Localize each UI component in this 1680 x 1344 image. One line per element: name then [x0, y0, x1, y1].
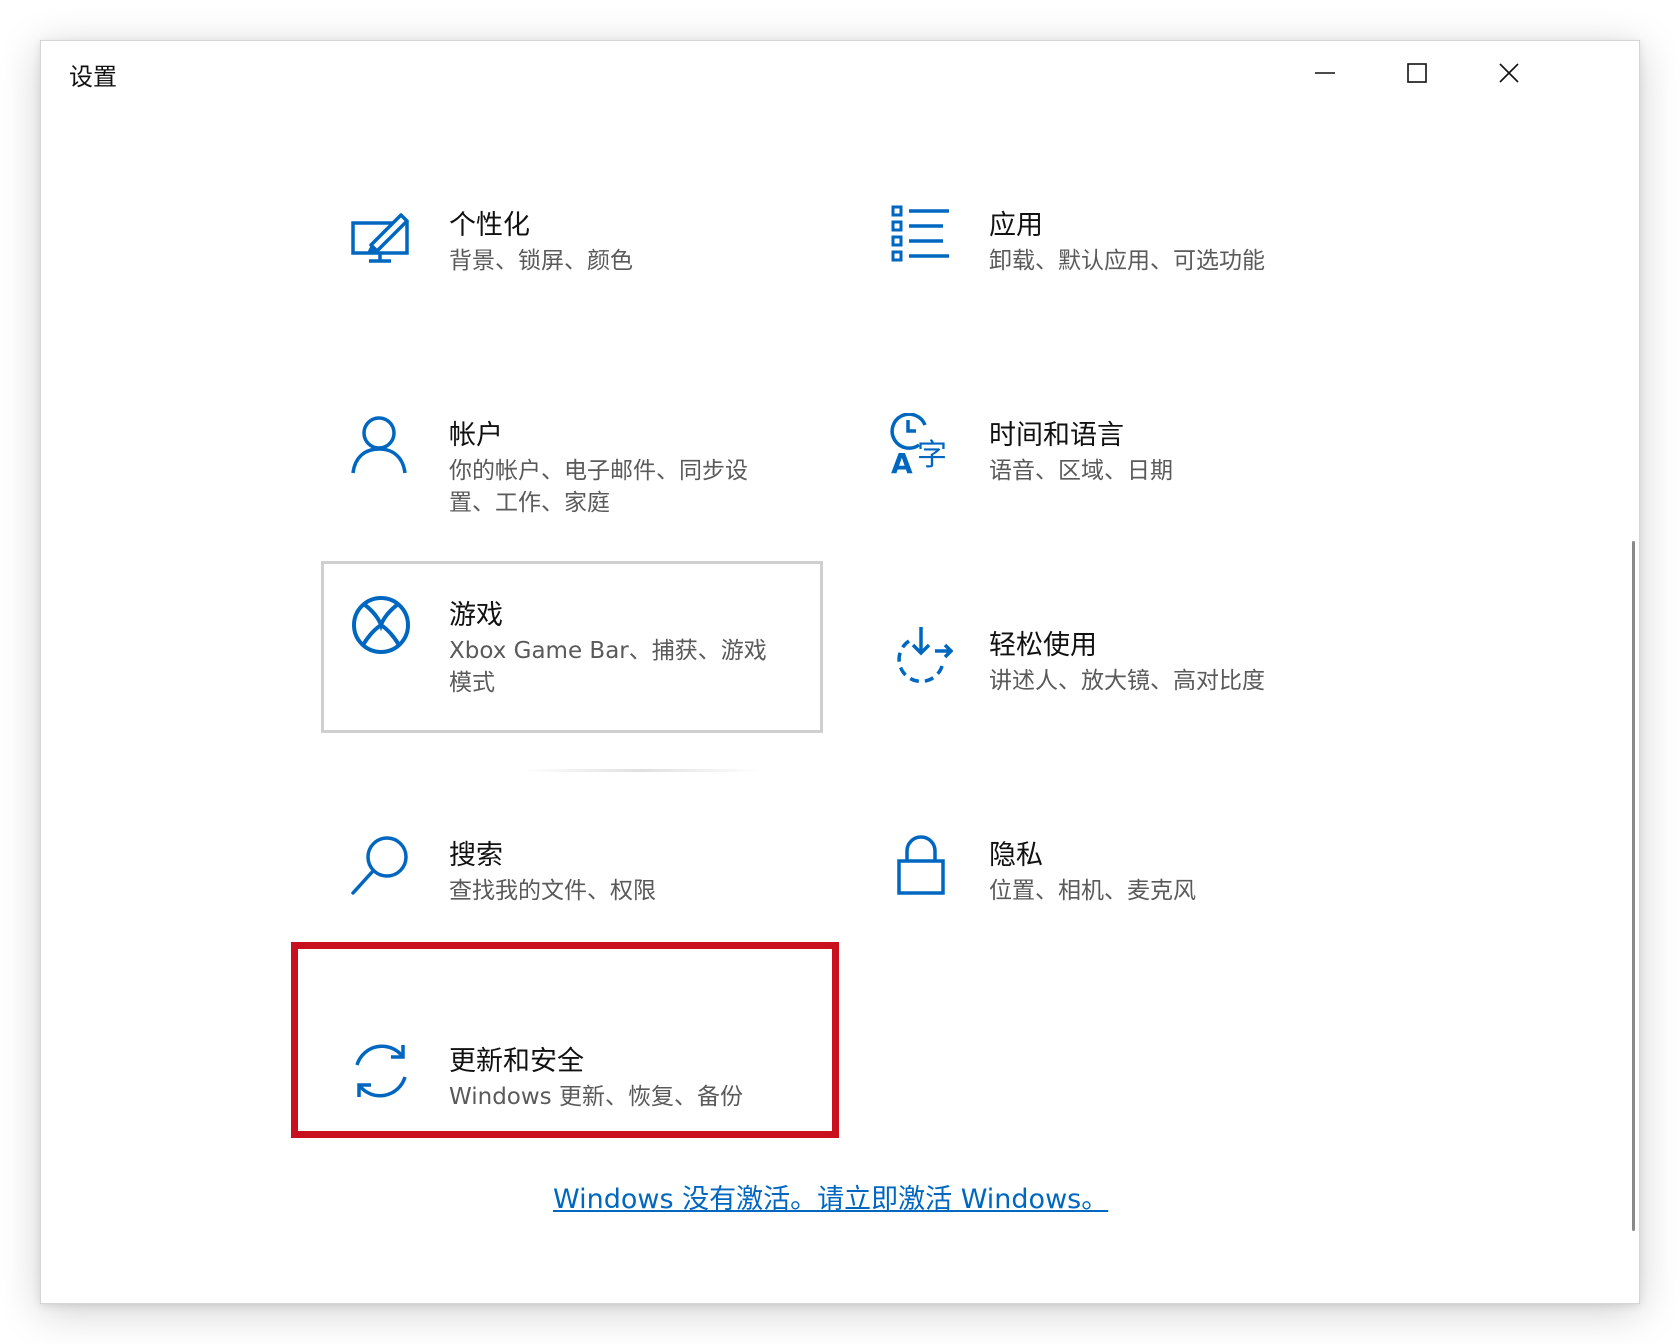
close-icon — [1499, 63, 1519, 83]
time-language-icon: A 字 — [889, 413, 953, 477]
lock-icon — [889, 833, 953, 897]
tile-search[interactable]: 搜索 查找我的文件、权限 — [321, 801, 821, 971]
tile-title: 更新和安全 — [449, 1046, 584, 1077]
search-icon — [349, 833, 413, 897]
tile-accounts[interactable]: 帐户 你的帐户、电子邮件、同步设置、工作、家庭 — [321, 381, 821, 551]
tile-personalization[interactable]: 个性化 背景、锁屏、颜色 — [321, 171, 821, 341]
tile-title: 个性化 — [449, 210, 530, 241]
tile-gaming[interactable]: 游戏 Xbox Game Bar、捕获、游戏模式 — [321, 561, 823, 733]
tile-description: Xbox Game Bar、捕获、游戏模式 — [449, 638, 767, 696]
title-bar[interactable]: 设置 — [41, 41, 1639, 105]
tile-title: 轻松使用 — [989, 630, 1097, 661]
tile-title: 隐私 — [989, 840, 1043, 871]
tile-title: 帐户 — [449, 420, 503, 451]
tile-title: 时间和语言 — [989, 420, 1124, 451]
tile-description: 背景、锁屏、颜色 — [449, 248, 633, 274]
tile-privacy[interactable]: 隐私 位置、相机、麦克风 — [861, 801, 1361, 971]
maximize-icon — [1407, 63, 1427, 83]
activate-windows-link[interactable]: Windows 没有激活。请立即激活 Windows。 — [553, 1177, 1108, 1216]
account-icon — [349, 413, 413, 477]
svg-text:字: 字 — [917, 438, 947, 473]
tile-description: 卸载、默认应用、可选功能 — [989, 248, 1265, 274]
tile-apps[interactable]: 应用 卸载、默认应用、可选功能 — [861, 171, 1361, 341]
ease-of-access-icon — [889, 623, 953, 687]
tile-title: 游戏 — [449, 600, 503, 631]
hover-shadow — [521, 769, 761, 772]
settings-window: 设置 个性化 背景、锁屏、颜色 应用 卸载、默认应用、可选功能 帐户 你的帐户、… — [40, 40, 1640, 1304]
personalization-icon — [349, 203, 413, 267]
tile-description: 语音、区域、日期 — [989, 458, 1173, 484]
tile-ease-of-access[interactable]: 轻松使用 讲述人、放大镜、高对比度 — [861, 591, 1361, 761]
tile-time-language[interactable]: A 字 时间和语言 语音、区域、日期 — [861, 381, 1361, 551]
tile-description: 查找我的文件、权限 — [449, 878, 656, 904]
svg-text:A: A — [891, 447, 913, 477]
apps-icon — [889, 203, 953, 267]
tile-update-security[interactable]: 更新和安全 Windows 更新、恢复、备份 — [321, 1011, 821, 1131]
tile-title: 搜索 — [449, 840, 503, 871]
minimize-button[interactable] — [1279, 41, 1371, 105]
tile-description: 位置、相机、麦克风 — [989, 878, 1196, 904]
close-button[interactable] — [1463, 41, 1555, 105]
scrollbar[interactable] — [1632, 541, 1635, 1231]
window-title: 设置 — [69, 63, 117, 91]
xbox-icon — [349, 593, 413, 657]
tile-description: 你的帐户、电子邮件、同步设置、工作、家庭 — [449, 458, 748, 516]
tile-description: 讲述人、放大镜、高对比度 — [989, 668, 1265, 694]
maximize-button[interactable] — [1371, 41, 1463, 105]
sync-icon — [349, 1039, 413, 1103]
tile-description: Windows 更新、恢复、备份 — [449, 1084, 743, 1110]
tile-title: 应用 — [989, 210, 1043, 241]
minimize-icon — [1315, 72, 1335, 74]
